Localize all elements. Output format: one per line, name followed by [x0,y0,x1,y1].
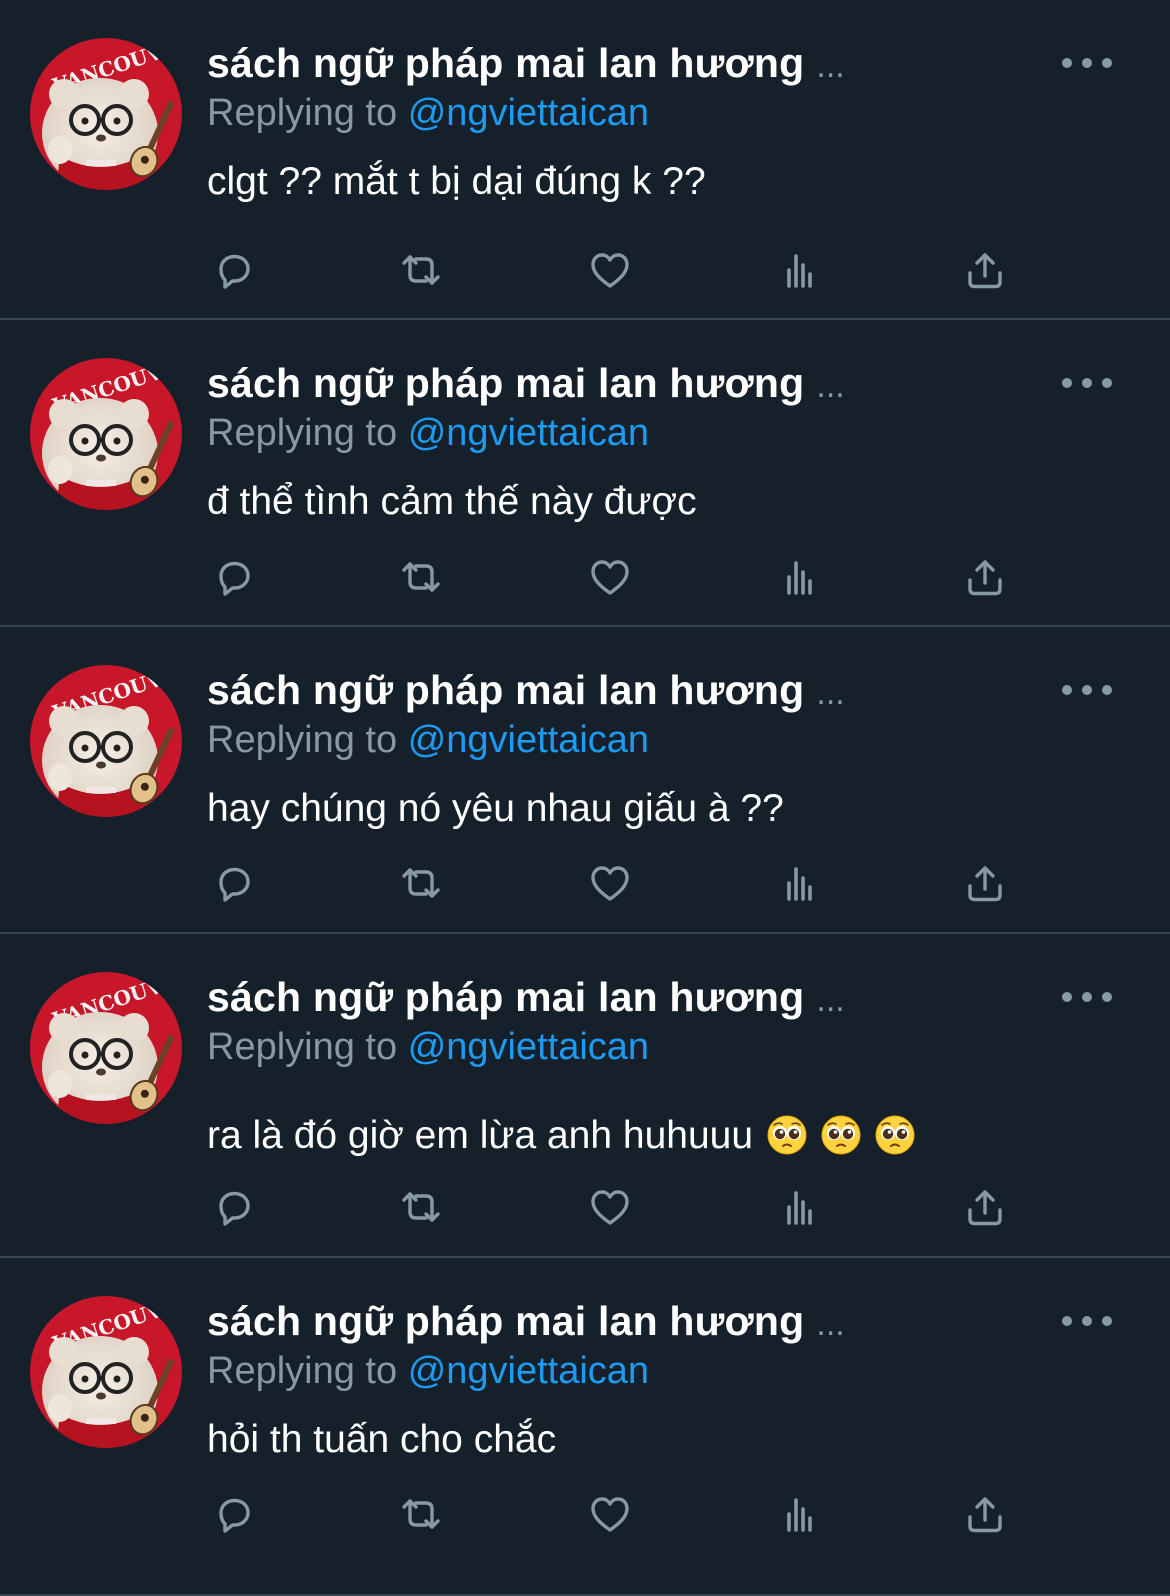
reply-feed: VANCOUVER sách ngữ pháp mai lan hương... R… [0,0,1170,1596]
replying-label: Replying to [207,719,398,761]
share-icon[interactable] [955,547,1015,607]
retweet-icon[interactable] [391,240,451,300]
author-name[interactable]: sách ngữ pháp mai lan hương [207,1298,804,1345]
name-ellipsis: ... [816,981,845,1019]
replying-handle-link[interactable]: @ngviettaican [408,412,649,454]
reply-tweet[interactable]: VANCOUVER sách ngữ pháp mai lan hương... R… [0,0,1170,320]
share-icon[interactable] [955,853,1015,913]
replying-handle-link[interactable]: @ngviettaican [408,1026,649,1068]
retweet-icon[interactable] [391,1177,451,1237]
replying-to: Replying to @ngviettaican [207,719,649,762]
emoji-group [767,1115,915,1155]
reply-tweet[interactable]: VANCOUVER sách ngữ pháp mai lan hương... R… [0,934,1170,1258]
name-ellipsis: ... [816,1305,845,1343]
replying-to: Replying to @ngviettaican [207,412,649,455]
name-ellipsis: ... [816,674,845,712]
author-name[interactable]: sách ngữ pháp mai lan hương [207,360,804,407]
tweet-actions [0,1177,1170,1237]
pleading-face-emoji-icon [767,1115,807,1155]
tweet-text-row: ra là đó giờ em lừa anh huhuuu [207,1114,915,1158]
avatar[interactable]: VANCOUVER [30,1296,182,1448]
tweet-text: hỏi th tuấn cho chắc [207,1418,557,1461]
retweet-icon[interactable] [391,853,451,913]
tweet-text: đ thể tình cảm thế này được [207,480,697,523]
author-row: sách ngữ pháp mai lan hương... [207,40,845,87]
replying-label: Replying to [207,412,398,454]
reply-tweet[interactable]: VANCOUVER sách ngữ pháp mai lan hương... R… [0,320,1170,627]
views-icon[interactable] [768,1484,828,1544]
replying-to: Replying to @ngviettaican [207,1350,649,1393]
reply-icon[interactable] [203,240,263,300]
more-options-icon[interactable] [1062,679,1112,701]
tweet-text-row: hay chúng nó yêu nhau giấu à ?? [207,787,784,831]
tweet-text-row: hỏi th tuấn cho chắc [207,1418,556,1462]
share-icon[interactable] [955,1177,1015,1237]
replying-label: Replying to [207,1350,398,1392]
like-icon[interactable] [580,547,640,607]
tweet-text-row: đ thể tình cảm thế này được [207,480,697,524]
tweet-text: ra là đó giờ em lừa anh huhuuu [207,1114,754,1157]
replying-handle-link[interactable]: @ngviettaican [408,92,649,134]
name-ellipsis: ... [816,367,845,405]
tweet-text-row: clgt ?? mắt t bị dại đúng k ?? [207,160,706,204]
views-icon[interactable] [768,240,828,300]
replying-handle-link[interactable]: @ngviettaican [408,1350,649,1392]
like-icon[interactable] [580,1484,640,1544]
replying-label: Replying to [207,1026,398,1068]
views-icon[interactable] [768,1177,828,1237]
share-icon[interactable] [955,240,1015,300]
replying-to: Replying to @ngviettaican [207,1026,649,1069]
more-options-icon[interactable] [1062,1310,1112,1332]
more-options-icon[interactable] [1062,52,1112,74]
author-row: sách ngữ pháp mai lan hương... [207,974,845,1021]
tweet-text: clgt ?? mắt t bị dại đúng k ?? [207,160,706,203]
reply-tweet[interactable]: VANCOUVER sách ngữ pháp mai lan hương... R… [0,627,1170,934]
reply-icon[interactable] [203,853,263,913]
like-icon[interactable] [580,1177,640,1237]
author-name[interactable]: sách ngữ pháp mai lan hương [207,40,804,87]
views-icon[interactable] [768,853,828,913]
like-icon[interactable] [580,240,640,300]
views-icon[interactable] [768,547,828,607]
replying-handle-link[interactable]: @ngviettaican [408,719,649,761]
retweet-icon[interactable] [391,1484,451,1544]
avatar[interactable]: VANCOUVER [30,358,182,510]
author-row: sách ngữ pháp mai lan hương... [207,1298,845,1345]
pleading-face-emoji-icon [821,1115,861,1155]
replying-to: Replying to @ngviettaican [207,92,649,135]
retweet-icon[interactable] [391,547,451,607]
avatar[interactable]: VANCOUVER [30,972,182,1124]
share-icon[interactable] [955,1484,1015,1544]
pleading-face-emoji-icon [875,1115,915,1155]
tweet-actions [0,853,1170,913]
reply-icon[interactable] [203,1484,263,1544]
avatar[interactable]: VANCOUVER [30,665,182,817]
name-ellipsis: ... [816,47,845,85]
tweet-actions [0,1484,1170,1544]
replying-label: Replying to [207,92,398,134]
tweet-actions [0,240,1170,300]
reply-icon[interactable] [203,1177,263,1237]
author-row: sách ngữ pháp mai lan hương... [207,360,845,407]
more-options-icon[interactable] [1062,372,1112,394]
author-row: sách ngữ pháp mai lan hương... [207,667,845,714]
tweet-actions [0,547,1170,607]
reply-tweet[interactable]: VANCOUVER sách ngữ pháp mai lan hương... R… [0,1258,1170,1596]
tweet-text: hay chúng nó yêu nhau giấu à ?? [207,787,784,830]
avatar[interactable]: VANCOUVER [30,38,182,190]
author-name[interactable]: sách ngữ pháp mai lan hương [207,667,804,714]
more-options-icon[interactable] [1062,986,1112,1008]
like-icon[interactable] [580,853,640,913]
reply-icon[interactable] [203,547,263,607]
author-name[interactable]: sách ngữ pháp mai lan hương [207,974,804,1021]
